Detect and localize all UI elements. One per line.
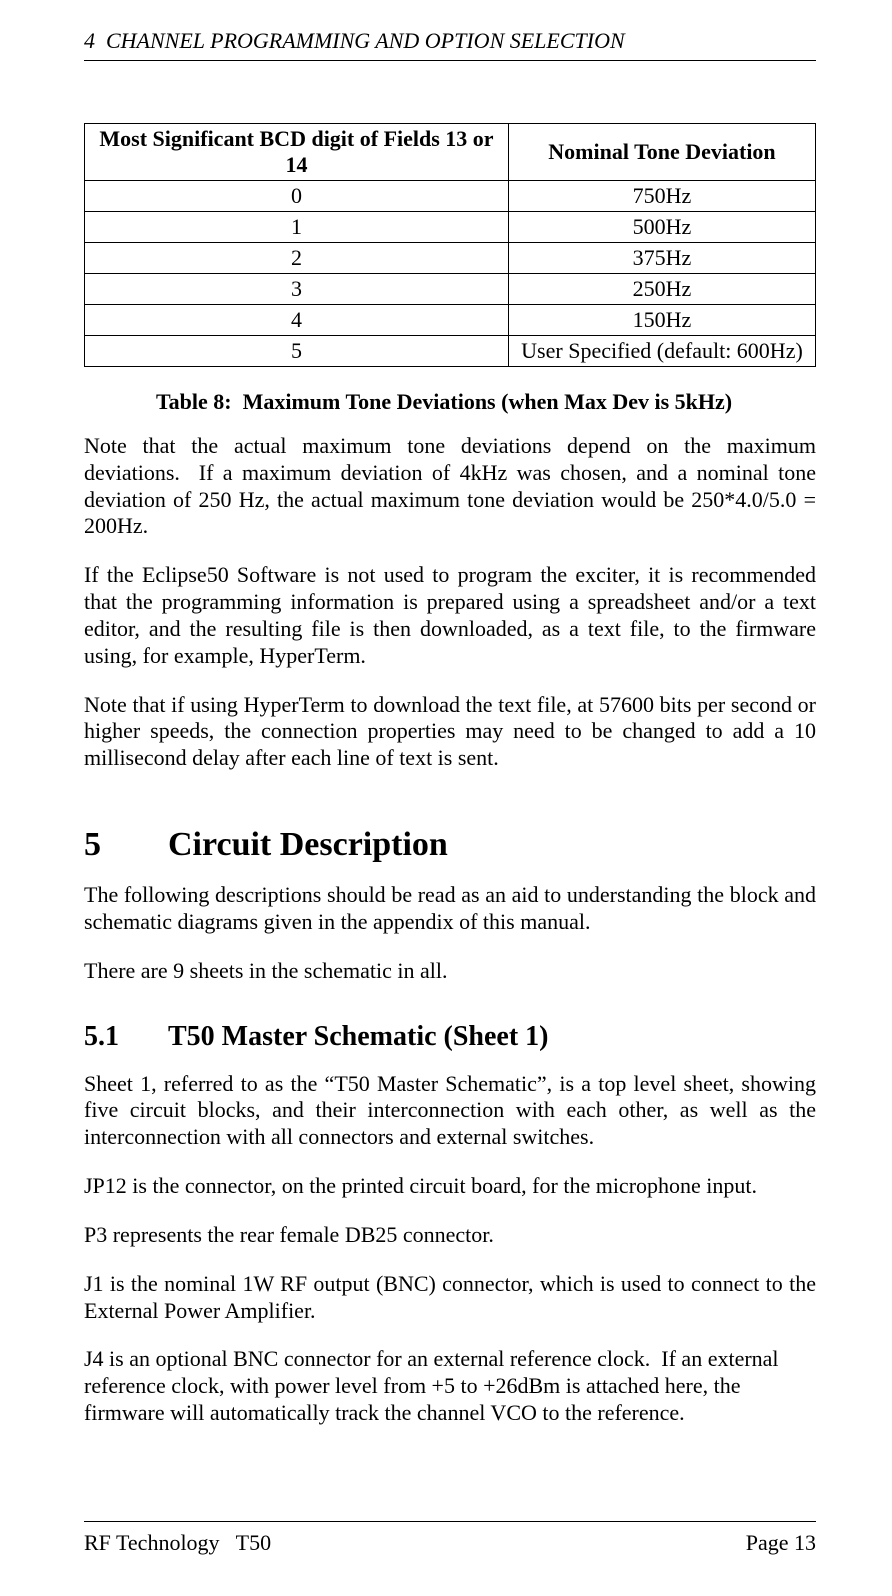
- section-5-1-heading: 5.1T50 Master Schematic (Sheet 1): [84, 1021, 816, 1053]
- paragraph: The following descriptions should be rea…: [84, 882, 816, 936]
- section-number: 5.1: [84, 1021, 168, 1053]
- table-header-col1: Most Significant BCD digit of Fields 13 …: [85, 124, 509, 181]
- table-cell: User Specified (default: 600Hz): [508, 336, 815, 367]
- table-row: 3 250Hz: [85, 274, 816, 305]
- page-footer: RF Technology T50 Page 13: [84, 1521, 816, 1556]
- table-cell: 5: [85, 336, 509, 367]
- table-row: 0 750Hz: [85, 181, 816, 212]
- table-header-col2: Nominal Tone Deviation: [508, 124, 815, 181]
- table-cell: 375Hz: [508, 243, 815, 274]
- paragraph: Note that the actual maximum tone deviat…: [84, 433, 816, 540]
- footer-left: RF Technology T50: [84, 1530, 271, 1556]
- table-cell: 4: [85, 305, 509, 336]
- paragraph: JP12 is the connector, on the printed ci…: [84, 1173, 816, 1200]
- section-title: T50 Master Schematic (Sheet 1): [168, 1021, 549, 1052]
- table-cell: 3: [85, 274, 509, 305]
- table-row: 1 500Hz: [85, 212, 816, 243]
- paragraph: If the Eclipse50 Software is not used to…: [84, 562, 816, 669]
- section-5-heading: 5Circuit Description: [84, 826, 816, 864]
- table-header-row: Most Significant BCD digit of Fields 13 …: [85, 124, 816, 181]
- paragraph: There are 9 sheets in the schematic in a…: [84, 958, 816, 985]
- paragraph: Sheet 1, referred to as the “T50 Master …: [84, 1071, 816, 1151]
- table-cell: 150Hz: [508, 305, 815, 336]
- section-number: 5: [84, 826, 168, 864]
- table-row: 2 375Hz: [85, 243, 816, 274]
- table-cell: 250Hz: [508, 274, 815, 305]
- running-header: 4 CHANNEL PROGRAMMING AND OPTION SELECTI…: [84, 28, 816, 61]
- paragraph: J1 is the nominal 1W RF output (BNC) con…: [84, 1271, 816, 1325]
- paragraph: P3 represents the rear female DB25 conne…: [84, 1222, 816, 1249]
- page: 4 CHANNEL PROGRAMMING AND OPTION SELECTI…: [0, 0, 892, 1596]
- table-cell: 0: [85, 181, 509, 212]
- table-cell: 750Hz: [508, 181, 815, 212]
- table-cell: 2: [85, 243, 509, 274]
- paragraph: J4 is an optional BNC connector for an e…: [84, 1346, 816, 1426]
- paragraph: Note that if using HyperTerm to download…: [84, 692, 816, 772]
- table-8-caption: Table 8: Maximum Tone Deviations (when M…: [156, 389, 816, 415]
- section-title: Circuit Description: [168, 826, 448, 863]
- table-row: 5 User Specified (default: 600Hz): [85, 336, 816, 367]
- table-cell: 500Hz: [508, 212, 815, 243]
- table-8: Most Significant BCD digit of Fields 13 …: [84, 123, 816, 367]
- table-cell: 1: [85, 212, 509, 243]
- footer-right: Page 13: [746, 1530, 816, 1556]
- table-row: 4 150Hz: [85, 305, 816, 336]
